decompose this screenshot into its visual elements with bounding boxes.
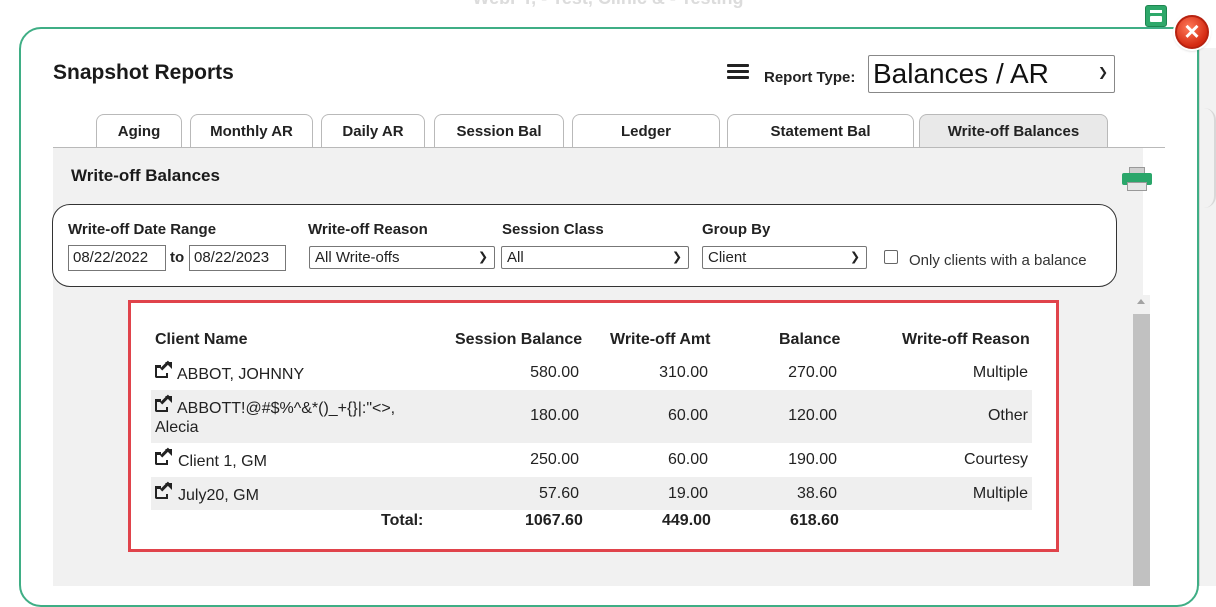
session-class-select[interactable]: All ❯	[501, 246, 689, 269]
hamburger-menu-icon[interactable]	[727, 64, 749, 80]
session-balance: 180.00	[530, 407, 579, 424]
column-header-session-balance: Session Balance	[455, 331, 583, 348]
table-row: ABBOT, JOHNNY 580.00 310.00 270.00 Multi…	[151, 356, 1032, 390]
tab-write-off-balances[interactable]: Write-off Balances	[919, 114, 1108, 148]
balance: 270.00	[788, 364, 837, 381]
total-label: Total:	[381, 512, 424, 529]
column-header-client-name: Client Name	[155, 331, 248, 348]
tab-daily-ar[interactable]: Daily AR	[321, 114, 425, 148]
session-class-label: Session Class	[502, 221, 604, 238]
session-balance: 580.00	[530, 364, 579, 381]
write-off-reason: Courtesy	[963, 451, 1028, 468]
date-to-label: to	[170, 249, 185, 266]
only-balance-checkbox[interactable]	[884, 250, 898, 264]
write-off-amt: 60.00	[667, 407, 708, 424]
write-off-reason-label: Write-off Reason	[308, 221, 428, 238]
table-row: Client 1, GM 250.00 60.00 190.00 Courtes…	[151, 443, 1032, 477]
write-off-amt: 19.00	[667, 485, 708, 502]
printer-icon[interactable]	[1122, 167, 1152, 191]
table-row: July20, GM 57.60 19.00 38.60 Multiple	[151, 477, 1032, 510]
report-type-select[interactable]: Balances / AR ❯	[868, 55, 1115, 93]
group-by-select[interactable]: Client ❯	[702, 246, 867, 269]
write-off-amt: 60.00	[667, 451, 708, 468]
background-window-title: WebPT, - Test, Clinic & - Testing	[0, 0, 1216, 9]
write-off-reason: Other	[987, 407, 1028, 424]
save-icon[interactable]	[1145, 5, 1167, 27]
tab-aging[interactable]: Aging	[96, 114, 182, 148]
write-off-reason-select[interactable]: All Write-offs ❯	[309, 246, 495, 269]
report-type-label: Report Type:	[764, 69, 856, 86]
chevron-down-icon: ❯	[671, 248, 682, 263]
scroll-up-arrow-icon[interactable]	[1137, 299, 1145, 304]
total-session-balance: 1067.60	[525, 512, 583, 529]
balance: 190.00	[788, 451, 837, 468]
total-write-off-amt: 449.00	[662, 512, 711, 529]
write-off-reason: Multiple	[972, 485, 1028, 502]
column-header-balance: Balance	[779, 331, 841, 348]
column-header-write-off-reason: Write-off Reason	[902, 331, 1030, 348]
filter-panel: Write-off Date Range 08/22/2022 to 08/22…	[52, 204, 1117, 287]
external-link-icon[interactable]	[155, 360, 172, 379]
balance: 120.00	[788, 407, 837, 424]
report-type-value: Balances / AR	[873, 58, 1049, 89]
group-by-label: Group By	[702, 221, 771, 238]
client-name[interactable]: ABBOT, JOHNNY	[177, 366, 304, 384]
table-row: ABBOTT!@#$%^&*()_+{}|:"<>, Alecia 180.00…	[151, 390, 1032, 443]
session-balance: 250.00	[530, 451, 579, 468]
tab-statement-bal[interactable]: Statement Bal	[727, 114, 914, 148]
balance: 38.60	[796, 485, 837, 502]
client-name[interactable]: Client 1, GM	[178, 453, 267, 471]
page-title: Snapshot Reports	[53, 61, 234, 84]
external-link-icon[interactable]	[155, 447, 172, 466]
scrollbar-thumb[interactable]	[1133, 314, 1150, 586]
total-balance: 618.60	[790, 512, 839, 529]
report-scrollbar[interactable]	[1133, 295, 1150, 586]
chevron-down-icon: ❯	[849, 248, 860, 263]
external-link-icon[interactable]	[155, 394, 172, 413]
background-window-edge	[1199, 48, 1216, 586]
chevron-down-icon: ❯	[1097, 65, 1108, 80]
section-title: Write-off Balances	[71, 166, 220, 185]
tab-session-bal[interactable]: Session Bal	[434, 114, 564, 148]
client-name[interactable]: ABBOTT!@#$%^&*()_+{}|:"<>,	[177, 400, 395, 418]
external-link-icon[interactable]	[155, 481, 172, 500]
date-to-input[interactable]: 08/22/2023	[189, 245, 286, 271]
close-icon[interactable]: ×	[1175, 15, 1209, 49]
column-header-write-off-amt: Write-off Amt	[610, 331, 711, 348]
tab-monthly-ar[interactable]: Monthly AR	[190, 114, 313, 148]
client-name[interactable]: July20, GM	[178, 487, 259, 505]
only-balance-label: Only clients with a balance	[909, 252, 1087, 269]
date-from-input[interactable]: 08/22/2022	[68, 245, 166, 271]
date-range-label: Write-off Date Range	[68, 221, 217, 238]
tab-ledger[interactable]: Ledger	[572, 114, 720, 148]
write-off-reason: Multiple	[972, 364, 1028, 381]
session-balance: 57.60	[538, 485, 579, 502]
write-off-amt: 310.00	[659, 364, 708, 381]
client-name-line2[interactable]: Alecia	[155, 419, 199, 437]
chevron-down-icon: ❯	[477, 248, 488, 263]
